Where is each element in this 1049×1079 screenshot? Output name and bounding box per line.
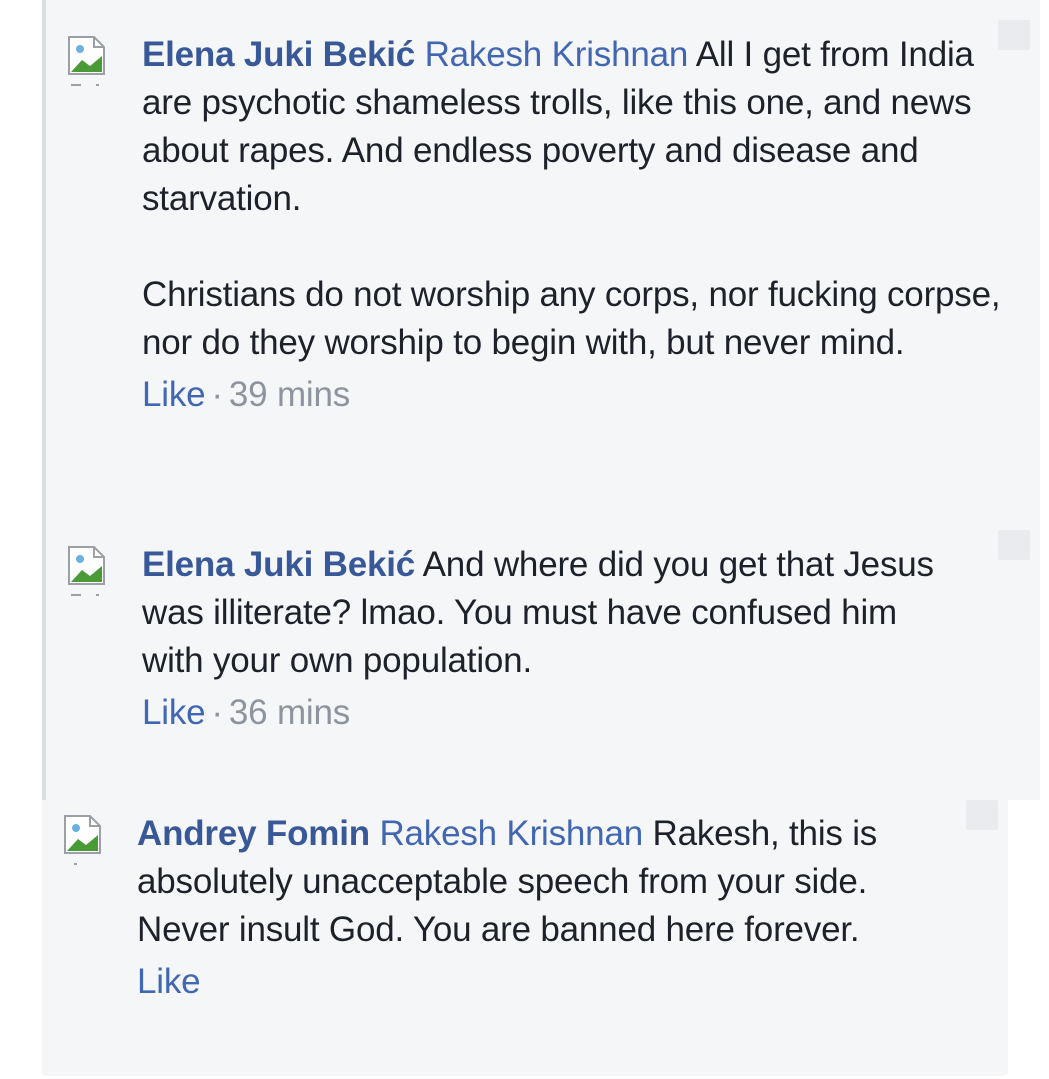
comment-3-mention[interactable]: Rakesh Krishnan — [379, 814, 643, 853]
comment-2-separator: · — [211, 693, 223, 732]
broken-image-icon[interactable] — [68, 36, 106, 86]
comment-3-author[interactable]: Andrey Fomin — [137, 814, 370, 853]
more-options-icon[interactable] — [998, 20, 1030, 50]
comment-2-like-link[interactable]: Like — [142, 693, 206, 732]
comment-1-mention[interactable]: Rakesh Krishnan — [425, 35, 689, 74]
reply-thread-rail — [42, 0, 46, 800]
more-options-icon[interactable] — [966, 800, 998, 830]
comment-3-actions: Like — [137, 958, 957, 1006]
comment-1-paragraph-1: Elena Juki Bekić Rakesh Krishnan All I g… — [142, 31, 1012, 223]
comment-1-timestamp[interactable]: 39 mins — [229, 375, 350, 414]
broken-image-icon[interactable] — [68, 546, 106, 596]
comment-2-paragraph-1: Elena Juki Bekić And where did you get t… — [142, 541, 952, 685]
comment-1-text: Elena Juki Bekić Rakesh Krishnan All I g… — [142, 31, 1012, 419]
more-options-icon[interactable] — [998, 530, 1030, 560]
comment-2-text: Elena Juki Bekić And where did you get t… — [142, 541, 952, 737]
comment-1-actions: Like · 39 mins — [142, 371, 1012, 419]
comment-1-like-link[interactable]: Like — [142, 375, 206, 414]
comment-2-author[interactable]: Elena Juki Bekić — [142, 545, 415, 584]
comment-1-paragraph-2: Christians do not worship any corps, nor… — [142, 275, 1001, 362]
comment-2-actions: Like · 36 mins — [142, 689, 952, 737]
comment-3-text: Andrey Fomin Rakesh Krishnan Rakesh, thi… — [137, 810, 957, 1006]
comment-2-timestamp[interactable]: 36 mins — [229, 693, 350, 732]
broken-image-icon[interactable] — [64, 815, 102, 865]
comment-3-paragraph-1: Andrey Fomin Rakesh Krishnan Rakesh, thi… — [137, 810, 957, 954]
comment-1-separator: · — [211, 375, 223, 414]
comment-3-like-link[interactable]: Like — [137, 962, 201, 1001]
comment-1-author[interactable]: Elena Juki Bekić — [142, 35, 415, 74]
